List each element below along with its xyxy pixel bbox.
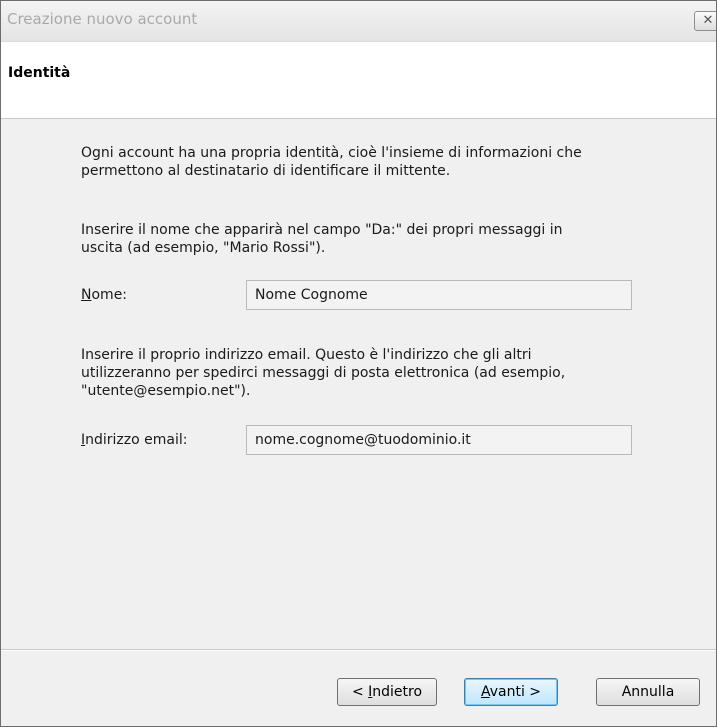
cancel-button[interactable]: Annulla <box>596 678 700 706</box>
intro-line-1: Ogni account ha una propria identità, ci… <box>81 145 582 161</box>
page-title: Identità <box>8 65 71 81</box>
email-label-text: ndirizzo email: <box>85 432 188 448</box>
email-description-line-2: utilizzeranno per spedirci messaggi di p… <box>81 365 566 381</box>
email-input[interactable] <box>246 425 632 455</box>
close-button[interactable]: ✕ <box>694 11 716 31</box>
footer-separator <box>1 649 716 651</box>
name-label: Nome: <box>81 287 127 303</box>
name-input[interactable] <box>246 280 632 310</box>
title-bar[interactable]: Creazione nuovo account ✕ <box>1 1 716 41</box>
page-header: Identità <box>1 41 716 119</box>
content-area: Ogni account ha una propria identità, ci… <box>1 119 716 649</box>
cancel-button-label: Annulla <box>621 684 675 700</box>
email-description-line-3: "utente@esempio.net"). <box>81 383 251 399</box>
email-description: Inserire il proprio indirizzo email. Que… <box>81 346 651 400</box>
name-description-line-2: uscita (ad esempio, "Mario Rossi"). <box>81 240 326 256</box>
next-button-label: vanti > <box>489 684 542 700</box>
name-label-access-key: N <box>81 287 92 303</box>
window-title: Creazione nuovo account <box>7 10 198 28</box>
back-button-label: ndietro <box>372 684 423 700</box>
email-label: Indirizzo email: <box>81 432 187 448</box>
name-label-text: ome: <box>91 287 128 303</box>
name-description: Inserire il nome che apparirà nel campo … <box>81 221 651 257</box>
next-button[interactable]: Avanti > <box>464 678 558 706</box>
back-button-prefix: < <box>351 684 369 700</box>
next-button-access-key: A <box>480 684 490 700</box>
back-button[interactable]: < Indietro <box>337 678 437 706</box>
intro-line-2: permettono al destinatario di identifica… <box>81 163 451 179</box>
name-description-line-1: Inserire il nome che apparirà nel campo … <box>81 222 563 238</box>
intro-text: Ogni account ha una propria identità, ci… <box>81 144 651 180</box>
close-icon: ✕ <box>702 13 714 28</box>
account-wizard-window: Creazione nuovo account ✕ Identità Ogni … <box>0 0 717 727</box>
email-description-line-1: Inserire il proprio indirizzo email. Que… <box>81 347 532 363</box>
